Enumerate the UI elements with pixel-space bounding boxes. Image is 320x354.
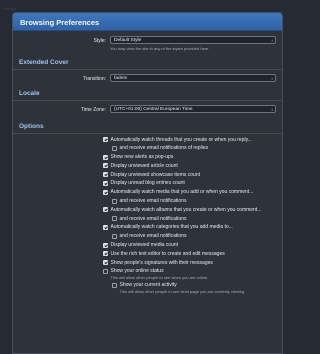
option-checkbox[interactable] [103, 172, 108, 178]
option-label: Use the rich text editor to create and e… [110, 250, 225, 257]
section-locale: Locale [13, 90, 282, 101]
updown-caret-icon: ↕ [271, 106, 273, 112]
option-label: Automatically watch albums that you crea… [110, 206, 262, 213]
transition-label: Transition: [82, 75, 106, 82]
option-label: Display unviewed media count [110, 242, 179, 249]
option-checkbox[interactable] [103, 189, 108, 195]
option-checkbox[interactable] [103, 207, 108, 213]
option-checkbox[interactable] [103, 154, 108, 160]
option-item[interactable]: and receive email notifications of repli… [103, 145, 278, 151]
option-item[interactable]: and receive email notifications [103, 198, 278, 204]
option-item[interactable]: Display unviewed article count [103, 163, 278, 169]
option-checkbox[interactable] [112, 216, 117, 222]
panel-title: Browsing Preferences [13, 13, 282, 31]
option-checkbox[interactable] [112, 198, 117, 204]
option-label: Show your online status [110, 268, 164, 275]
preferences-panel: Browsing Preferences Style: Default Styl… [12, 12, 283, 354]
option-item[interactable]: Use the rich text editor to create and e… [103, 251, 278, 257]
option-label: Show people's signatures with their mess… [110, 259, 213, 266]
option-checkbox[interactable] [103, 180, 108, 186]
option-checkbox[interactable] [103, 268, 108, 274]
timezone-row: Time Zone: (UTC+01:00) Central European … [13, 104, 282, 113]
style-select[interactable]: Default Style ↕ [110, 36, 276, 44]
option-label: Automatically watch media that you add o… [110, 189, 254, 196]
option-label: Automatically watch threads that you cre… [110, 136, 252, 143]
section-extended-cover: Extended Cover [13, 59, 282, 70]
option-checkbox[interactable] [112, 145, 117, 151]
option-label: and receive email notifications [119, 198, 187, 205]
option-item[interactable]: Show new alerts as pop-ups [103, 154, 278, 160]
option-item[interactable]: Display unread blog entries count [103, 180, 278, 186]
option-label: and receive email notifications of repli… [119, 145, 209, 152]
option-hint: This will allow other people to see what… [119, 289, 246, 295]
option-item[interactable]: Automatically watch threads that you cre… [103, 137, 278, 143]
option-label: Show new alerts as pop-ups [110, 154, 174, 161]
option-checkbox[interactable] [103, 251, 108, 257]
option-item[interactable]: Automatically watch categories that you … [103, 224, 278, 230]
option-item[interactable]: Show your current activity [103, 282, 278, 288]
option-label: Automatically watch categories that you … [110, 224, 233, 231]
option-item[interactable]: Display unviewed media count [103, 242, 278, 248]
option-label: and receive email notifications [119, 215, 187, 222]
section-options: Options [13, 123, 282, 134]
option-label: Show your current activity [119, 282, 177, 289]
option-item[interactable]: Automatically watch albums that you crea… [103, 207, 278, 213]
option-checkbox[interactable] [103, 163, 108, 169]
option-checkbox[interactable] [112, 233, 117, 239]
option-label: Display unread blog entries count [110, 180, 185, 187]
option-item[interactable]: Show people's signatures with their mess… [103, 260, 278, 266]
option-checkbox[interactable] [112, 282, 117, 288]
style-hint: You may view the site in any of the styl… [110, 45, 210, 51]
options-list: Automatically watch threads that you cre… [13, 137, 282, 295]
timezone-label: Time Zone: [80, 106, 106, 113]
option-checkbox[interactable] [103, 260, 108, 266]
updown-caret-icon: ↕ [271, 75, 273, 81]
background-text: Settings [2, 6, 17, 11]
option-item[interactable]: and receive email notifications [103, 233, 278, 239]
option-checkbox[interactable] [103, 242, 108, 248]
option-item[interactable]: Display unviewed showcase items count [103, 172, 278, 178]
option-label: Display unviewed article count [110, 162, 178, 169]
timezone-select[interactable]: (UTC+01:00) Central European Time ↕ [110, 104, 276, 113]
option-item[interactable]: Show your online status [103, 268, 278, 274]
style-label: Style: [93, 38, 106, 44]
option-label: Display unviewed showcase items count [110, 171, 201, 178]
option-label: and receive email notifications [119, 233, 187, 240]
style-row: Style: Default Style ↕ You may view the … [13, 36, 282, 51]
option-checkbox[interactable] [103, 224, 108, 230]
option-hint: This will allow other people to see when… [110, 275, 209, 281]
updown-caret-icon: ↕ [271, 38, 273, 43]
timezone-select-value: (UTC+01:00) Central European Time [114, 106, 193, 112]
transition-select-value: fadeIn [114, 75, 128, 81]
transition-row: Transition: fadeIn ↕ [13, 73, 282, 82]
option-item[interactable]: Automatically watch media that you add o… [103, 189, 278, 195]
transition-select[interactable]: fadeIn ↕ [110, 73, 276, 82]
option-checkbox[interactable] [103, 137, 108, 142]
style-select-value: Default Style [114, 38, 142, 43]
option-item[interactable]: and receive email notifications [103, 216, 278, 222]
